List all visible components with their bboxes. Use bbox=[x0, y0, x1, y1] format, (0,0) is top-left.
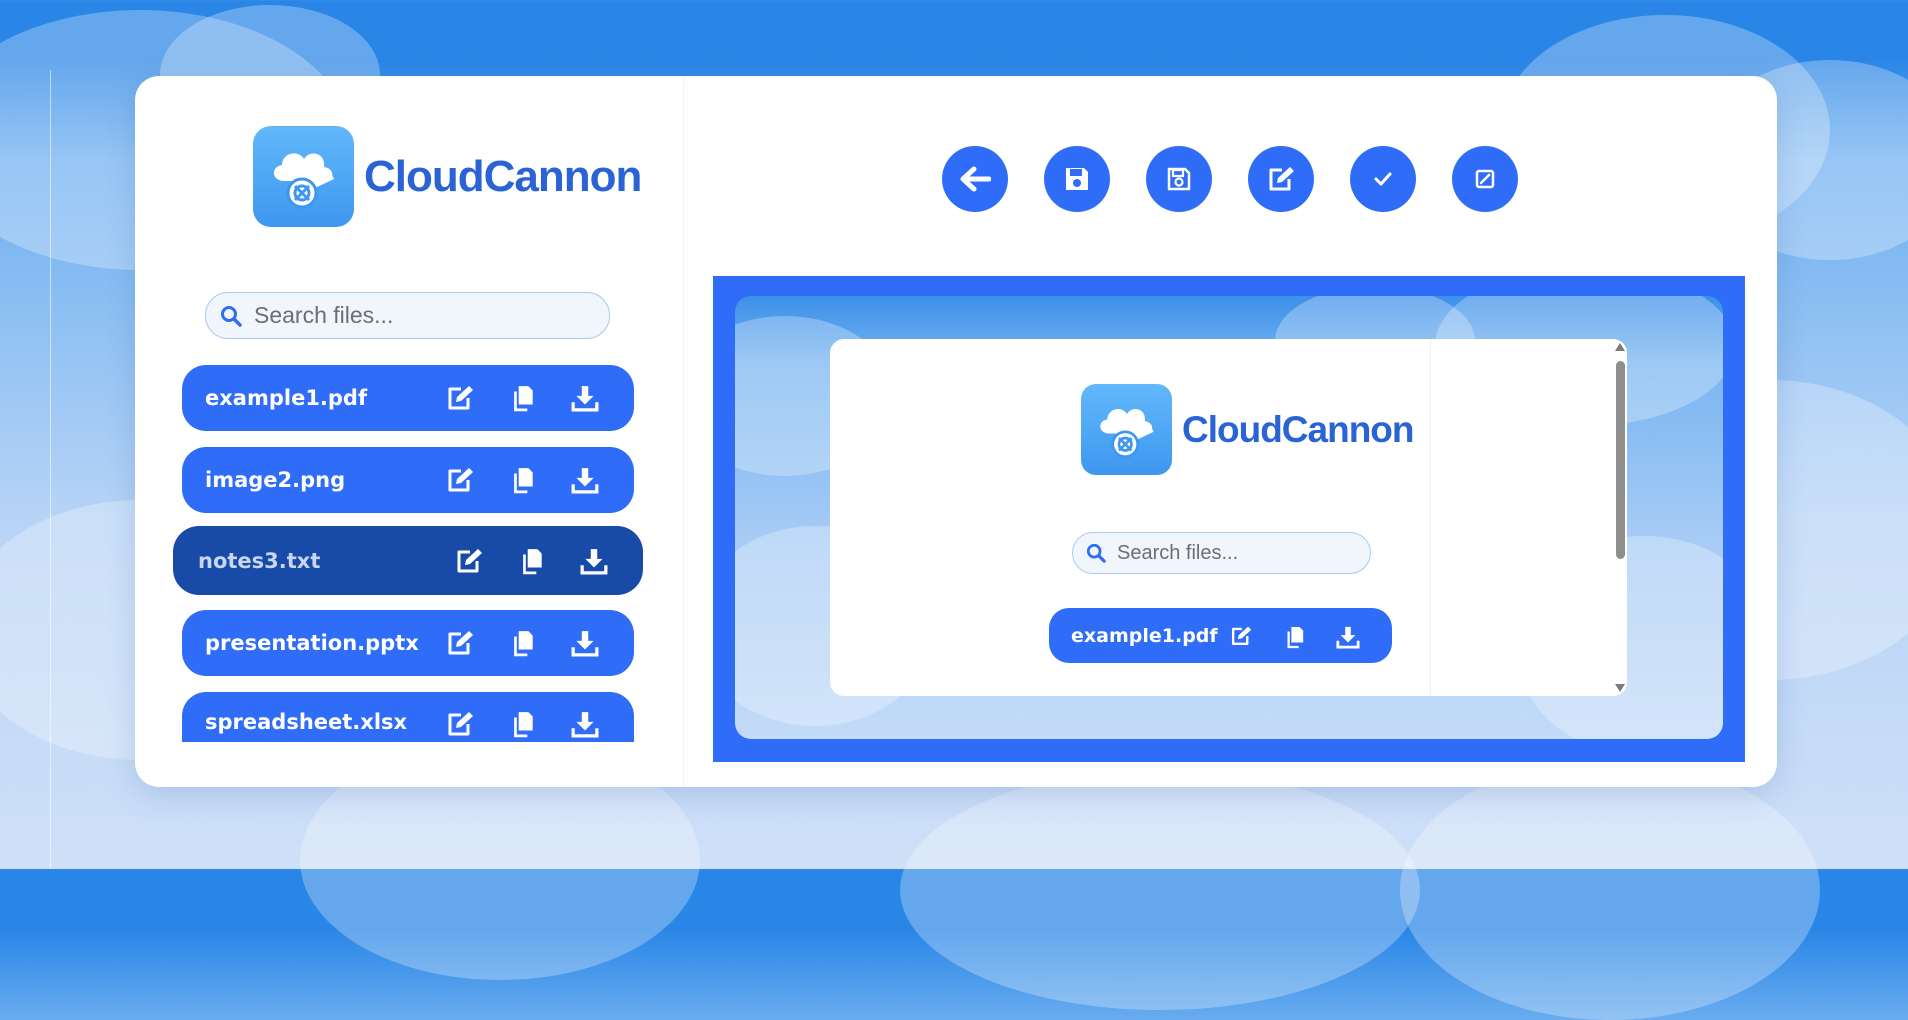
preview-search-input[interactable] bbox=[1115, 540, 1370, 566]
app-logo: CloudCannon bbox=[253, 126, 642, 227]
edit-icon[interactable] bbox=[1218, 625, 1264, 647]
sidebar: CloudCannon example1.pdf image2.png notes3… bbox=[135, 76, 684, 787]
edit-icon[interactable] bbox=[430, 384, 490, 412]
main-card: CloudCannon example1.pdf image2.png notes3… bbox=[135, 76, 1777, 787]
file-row[interactable]: example1.pdf bbox=[182, 365, 634, 431]
scroll-up-arrow-icon[interactable] bbox=[1615, 343, 1625, 351]
preview-page[interactable]: CloudCannon example1.pdf bbox=[830, 339, 1627, 696]
save-as-button[interactable] bbox=[1146, 146, 1212, 212]
download-icon[interactable] bbox=[556, 466, 614, 494]
file-name: presentation.pptx bbox=[205, 631, 419, 655]
edit-icon[interactable] bbox=[439, 547, 499, 575]
floppy-disk-icon bbox=[1063, 165, 1091, 193]
download-icon[interactable] bbox=[556, 384, 614, 412]
edit-icon[interactable] bbox=[430, 629, 490, 657]
preview-scrollbar[interactable] bbox=[1613, 339, 1627, 696]
copy-icon[interactable] bbox=[490, 466, 556, 494]
search-box bbox=[205, 292, 610, 339]
preview-logo: CloudCannon bbox=[1081, 384, 1415, 475]
app-title: CloudCannon bbox=[364, 151, 642, 201]
download-icon[interactable] bbox=[556, 710, 614, 738]
cloud-cannon-logo-icon bbox=[253, 126, 354, 227]
preview-viewport: CloudCannon example1.pdf bbox=[735, 296, 1723, 739]
back-button[interactable] bbox=[942, 146, 1008, 212]
save-button[interactable] bbox=[1044, 146, 1110, 212]
rename-button[interactable] bbox=[1452, 146, 1518, 212]
arrow-left-icon bbox=[959, 165, 991, 193]
preview-sidebar: CloudCannon example1.pdf bbox=[830, 339, 1431, 696]
copy-icon[interactable] bbox=[490, 384, 556, 412]
file-name: notes3.txt bbox=[198, 548, 321, 573]
preview-file-name: example1.pdf bbox=[1071, 625, 1218, 647]
floppy-disk-outline-icon bbox=[1165, 165, 1193, 193]
file-name: example1.pdf bbox=[205, 386, 368, 410]
download-icon[interactable] bbox=[1326, 625, 1370, 649]
download-icon[interactable] bbox=[565, 547, 623, 575]
edit-button[interactable] bbox=[1248, 146, 1314, 212]
preview-file-row[interactable]: example1.pdf bbox=[1049, 608, 1392, 663]
scrollbar-thumb[interactable] bbox=[1616, 361, 1625, 559]
search-input[interactable] bbox=[252, 301, 609, 330]
edit-icon[interactable] bbox=[430, 466, 490, 494]
download-icon[interactable] bbox=[556, 629, 614, 657]
copy-icon[interactable] bbox=[1264, 625, 1326, 649]
file-row[interactable]: notes3.txt bbox=[173, 526, 643, 595]
preview-search-box bbox=[1072, 532, 1371, 574]
file-name: image2.png bbox=[205, 468, 346, 492]
file-row[interactable]: spreadsheet.xlsx bbox=[182, 692, 634, 742]
cloud-cannon-logo-icon bbox=[1081, 384, 1172, 475]
pencil-square-icon bbox=[1266, 165, 1296, 193]
square-slash-icon bbox=[1474, 168, 1496, 190]
copy-icon[interactable] bbox=[499, 547, 565, 575]
confirm-button[interactable] bbox=[1350, 146, 1416, 212]
preview-app-title: CloudCannon bbox=[1182, 408, 1415, 450]
file-row[interactable]: presentation.pptx bbox=[182, 610, 634, 676]
search-icon bbox=[220, 305, 242, 327]
edit-icon[interactable] bbox=[430, 710, 490, 738]
file-row[interactable]: image2.png bbox=[182, 447, 634, 513]
file-name: spreadsheet.xlsx bbox=[205, 710, 408, 734]
check-icon bbox=[1374, 172, 1392, 186]
preview-frame: CloudCannon example1.pdf bbox=[713, 276, 1745, 762]
copy-icon[interactable] bbox=[490, 710, 556, 738]
search-icon bbox=[1086, 543, 1106, 563]
copy-icon[interactable] bbox=[490, 629, 556, 657]
scroll-down-arrow-icon[interactable] bbox=[1615, 684, 1625, 692]
